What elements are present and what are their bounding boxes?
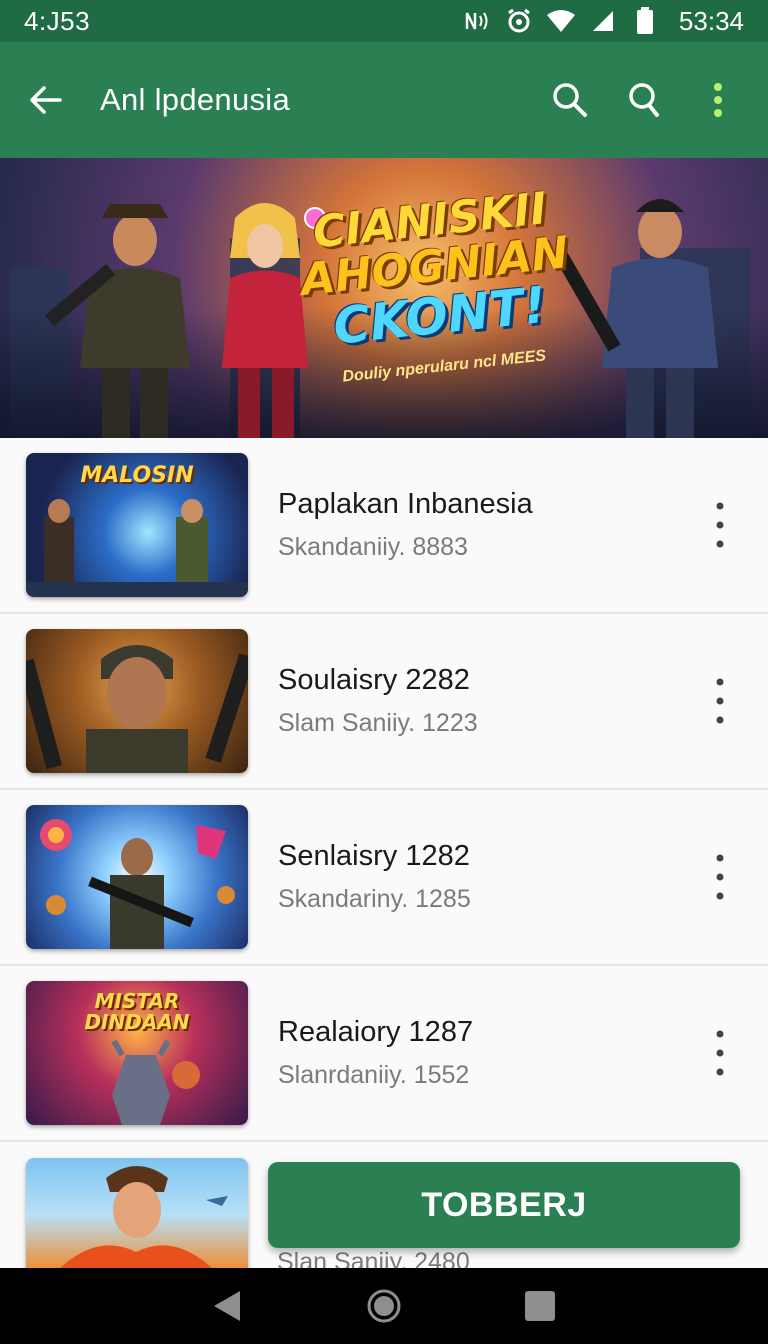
banner-headline: CIANISKII AHOGNIAN CKONT! [293,183,577,356]
primary-action-button[interactable]: TOBBERJ [268,1162,740,1248]
list-item[interactable]: Senlaisry 1282 Skandariny. 1285 [0,790,768,966]
banner-hero-gunner [560,199,718,438]
status-time-right: 53:34 [678,5,744,36]
battery-icon [631,7,659,35]
list-item-subtitle: Slam Saniiy. 1223 [278,709,478,737]
list-item-subtitle: Skandariny. 1285 [278,885,471,913]
list-item-title: Paplakan Inbanesia [278,488,533,520]
game-thumbnail [26,629,248,773]
list-item[interactable]: MISTAR DINDAAN Realaiory 1287 Slanrdanii… [0,966,768,1142]
list-item[interactable]: Soulaisry 2282 Slam Saniiy. 1223 [0,614,768,790]
status-bar: 4:J53 53:34 [0,0,768,42]
more-vert-icon[interactable] [700,847,740,907]
list-item-text: Soulaisry 2282 Slam Saniiy. 1223 [278,664,700,738]
back-triangle-icon[interactable] [198,1276,258,1336]
list-item-subtitle: Slanrdaniiy. 1552 [278,1061,470,1089]
home-circle-icon[interactable] [354,1276,414,1336]
game-list: MALOSIN Paplakan Inbanesia Skandaniiy. 8… [0,438,768,1282]
list-item[interactable]: MALOSIN Paplakan Inbanesia Skandaniiy. 8… [0,438,768,614]
signal-icon [589,7,617,35]
game-thumbnail [26,805,248,949]
alarm-icon [505,7,533,35]
promo-banner[interactable]: CIANISKII AHOGNIAN CKONT! Douliy nperula… [0,158,768,438]
list-item-text: Realaiory 1287 Slanrdaniiy. 1552 [278,1016,700,1090]
thumbnail-title: MALOSIN [80,463,194,488]
list-item-title: Senlaisry 1282 [278,840,470,872]
more-vert-icon[interactable] [700,495,740,555]
search-icon[interactable] [620,76,668,124]
wifi-icon [546,7,575,35]
list-item-subtitle: Skandaniiy. 8883 [278,533,468,561]
more-vert-icon[interactable] [694,76,742,124]
app-bar-actions [546,76,742,124]
search-icon[interactable] [546,76,594,124]
more-vert-icon[interactable] [700,1023,740,1083]
page-title: Anl lpdenusia [100,82,291,117]
game-thumbnail: MISTAR DINDAAN [26,981,248,1125]
thumbnail-title: MISTAR DINDAAN [84,989,190,1034]
status-time-left: 4:J53 [24,5,91,36]
system-nav-bar [0,1268,768,1344]
status-icons: 53:34 [463,6,744,37]
nfc-icon [463,7,491,35]
recents-square-icon[interactable] [510,1276,570,1336]
game-thumbnail [26,1158,248,1272]
list-item-text: Paplakan Inbanesia Skandaniiy. 8883 [278,488,700,562]
back-arrow-icon[interactable] [22,76,70,124]
list-item-title: Soulaisry 2282 [278,664,470,696]
list-item-title: Realaiory 1287 [278,1016,474,1048]
game-thumbnail: MALOSIN [26,453,248,597]
app-bar: Anl lpdenusia [0,42,768,158]
list-item-text: Senlaisry 1282 Skandariny. 1285 [278,840,700,914]
more-vert-icon[interactable] [700,671,740,731]
